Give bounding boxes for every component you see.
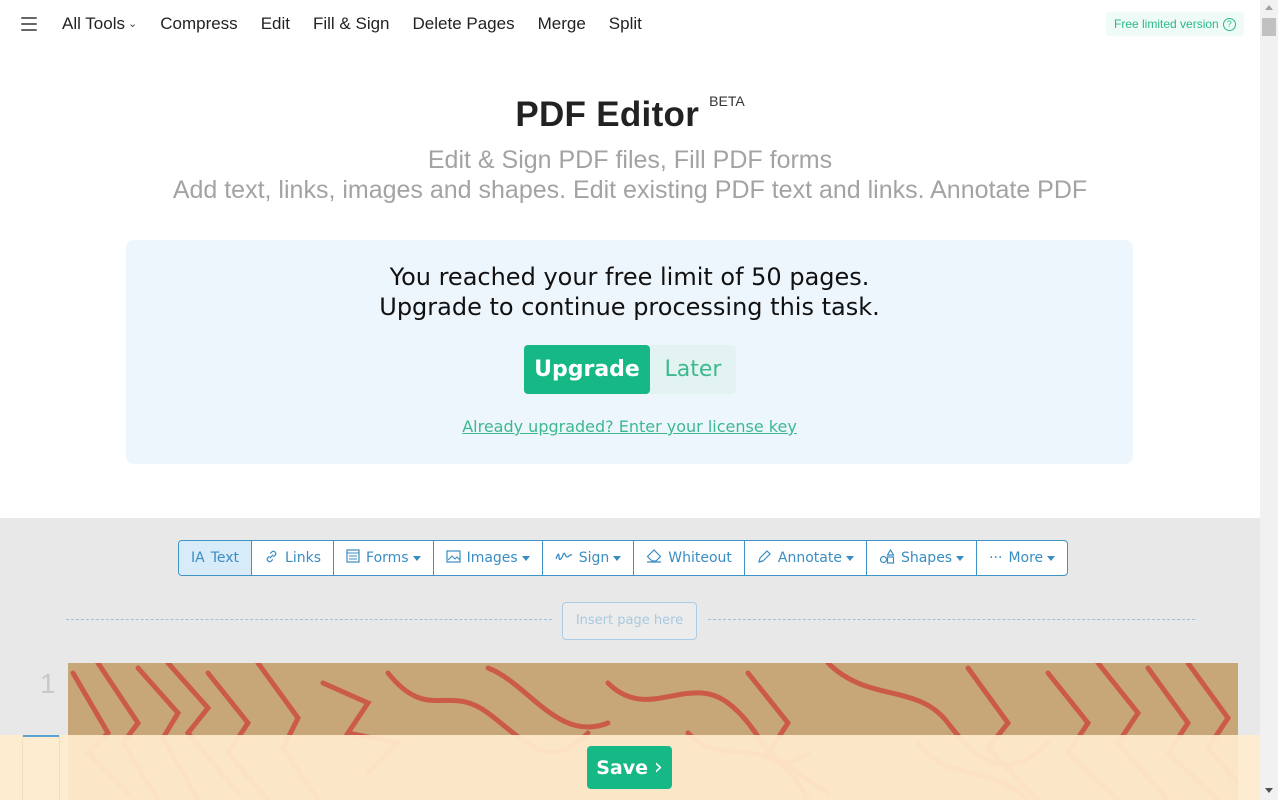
tool-whiteout-label: Whiteout [668,550,732,566]
scroll-thumb[interactable] [1262,18,1276,36]
caret-down-icon [613,555,622,561]
nav-compress[interactable]: Compress [160,13,237,35]
nav-menu: All Tools ⌄ Compress Edit Fill & Sign Del… [62,13,665,35]
hamburger-icon[interactable] [21,17,37,31]
caret-down-icon [1047,555,1056,561]
tool-more[interactable]: ··· More [977,541,1067,575]
save-label: Save [596,756,648,779]
form-icon [346,549,360,567]
nav-edit[interactable]: Edit [261,13,290,35]
tool-sign[interactable]: Sign [543,541,635,575]
page-thumbnail-strip[interactable] [22,735,60,800]
caret-down-icon [845,555,854,561]
caret-down-icon [412,555,421,561]
tool-text-label: Text [210,550,240,566]
scroll-up-arrow-icon[interactable] [1265,5,1273,10]
upgrade-prompt: Upgrade to continue processing this task… [379,293,880,321]
nav-merge[interactable]: Merge [538,13,586,35]
text-tool-icon: IA [191,550,205,566]
upgrade-panel: You reached your free limit of 50 pages.… [126,240,1133,464]
thumbnail-highlight [23,735,59,737]
eraser-icon [646,549,662,567]
later-button[interactable]: Later [650,345,736,394]
insert-divider-left [66,619,552,620]
upgrade-button[interactable]: Upgrade [524,345,650,394]
nav-delete-pages[interactable]: Delete Pages [413,13,515,35]
nav-all-tools-label: All Tools [62,14,125,33]
page-number: 1 [40,668,56,699]
chevron-down-icon: ⌄ [128,18,138,30]
tool-images-label: Images [466,550,518,566]
limit-message: You reached your free limit of 50 pages. [389,263,870,291]
tool-whiteout[interactable]: Whiteout [634,541,745,575]
tool-shapes[interactable]: Shapes [867,541,978,575]
nav-all-tools[interactable]: All Tools ⌄ [62,13,137,35]
tool-more-label: More [1008,550,1044,566]
editor-toolbar: IA Text Links Forms Images Sign Whiteout… [178,540,1069,576]
tool-images[interactable]: Images [434,541,543,575]
save-bar: Save › [0,735,1260,800]
nav-split[interactable]: Split [609,13,642,35]
tool-annotate-label: Annotate [777,550,842,566]
nav-fill-sign[interactable]: Fill & Sign [313,13,390,35]
caret-down-icon [956,555,965,561]
subtitle-primary: Edit & Sign PDF files, Fill PDF forms [427,146,833,174]
tool-forms[interactable]: Forms [334,541,434,575]
save-button[interactable]: Save › [587,746,672,789]
shapes-icon [879,548,895,568]
free-version-badge[interactable]: Free limited version ? [1106,12,1244,36]
tool-text[interactable]: IA Text [179,541,253,575]
top-nav: All Tools ⌄ Compress Edit Fill & Sign Del… [0,0,1260,48]
chevron-right-icon: › [653,755,663,780]
page-scrollbar[interactable] [1260,0,1278,800]
signature-icon [555,550,573,566]
subtitle-secondary: Add text, links, images and shapes. Edit… [172,176,1088,204]
beta-badge: BETA [709,93,745,109]
tool-links-label: Links [285,550,322,566]
ellipsis-icon: ··· [989,550,1003,566]
insert-page-button[interactable]: Insert page here [562,602,697,640]
tool-links[interactable]: Links [252,541,335,575]
help-circle-icon: ? [1222,17,1236,31]
tool-shapes-label: Shapes [900,550,953,566]
license-key-link[interactable]: Already upgraded? Enter your license key [126,417,1133,436]
tool-annotate[interactable]: Annotate [745,541,867,575]
caret-down-icon [521,555,530,561]
link-icon [264,549,279,568]
insert-divider-right [708,619,1195,620]
page-title: PDF Editor [515,95,700,134]
pencil-icon [757,549,772,568]
tool-sign-label: Sign [578,550,610,566]
free-version-label: Free limited version [1114,17,1219,31]
image-icon [445,549,461,567]
title-block: PDF Editor BETA [0,93,1260,135]
tool-forms-label: Forms [366,550,409,566]
scroll-down-arrow-icon[interactable] [1265,788,1273,793]
